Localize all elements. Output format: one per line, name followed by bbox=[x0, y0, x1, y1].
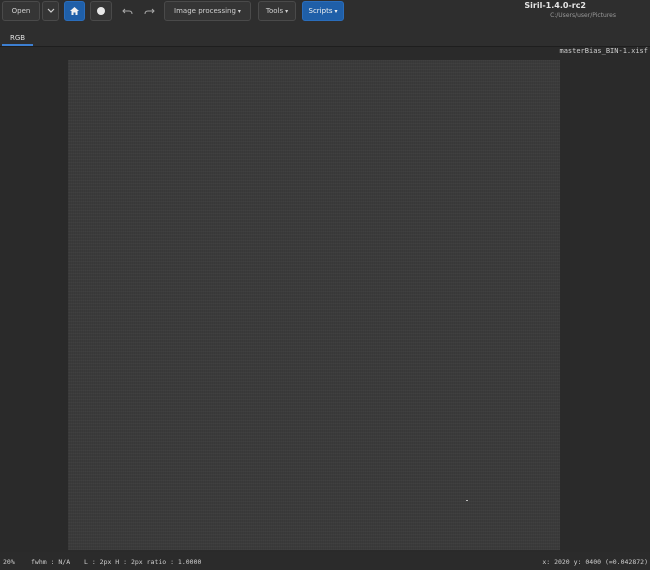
redo-icon bbox=[144, 7, 155, 16]
chevron-down-icon: ▾ bbox=[334, 7, 338, 15]
status-bar: 20% fwhm : N/A L : 2px H : 2px ratio : 1… bbox=[0, 552, 650, 570]
chevron-down-icon bbox=[47, 8, 55, 14]
chevron-down-icon: ▾ bbox=[285, 7, 289, 15]
selection-box-readout: L : 2px H : 2px ratio : 1.0000 bbox=[84, 558, 202, 566]
hot-pixel bbox=[466, 500, 468, 501]
channel-tabs: RGB bbox=[0, 26, 650, 47]
cursor-coordinates: x: 2020 y: 0400 (=0.042872) bbox=[542, 558, 648, 566]
undo-button[interactable] bbox=[117, 1, 137, 21]
home-button[interactable] bbox=[64, 1, 85, 21]
image-processing-menu[interactable]: Image processing ▾ bbox=[164, 1, 251, 21]
redo-button[interactable] bbox=[139, 1, 159, 21]
toolbar: Open Image processing ▾ Tools ▾ Scripts … bbox=[0, 0, 650, 26]
scripts-menu[interactable]: Scripts ▾ bbox=[302, 1, 344, 21]
tools-menu[interactable]: Tools ▾ bbox=[258, 1, 296, 21]
fwhm-readout: fwhm : N/A bbox=[31, 558, 71, 566]
open-label: Open bbox=[11, 7, 31, 15]
active-tab-indicator bbox=[2, 44, 33, 46]
open-button[interactable]: Open bbox=[2, 1, 40, 21]
tools-label: Tools bbox=[265, 7, 284, 15]
tab-label: RGB bbox=[9, 34, 26, 42]
undo-icon bbox=[121, 7, 133, 16]
app-title: Siril-1.4.0-rc2 bbox=[524, 1, 586, 10]
chevron-down-icon: ▾ bbox=[237, 7, 241, 15]
bias-image[interactable] bbox=[68, 60, 560, 550]
home-icon bbox=[69, 6, 80, 16]
zoom-level: 20% bbox=[3, 558, 15, 566]
image-filename: masterBias_BIN-1.xisf bbox=[559, 47, 648, 55]
live-stacking-button[interactable] bbox=[90, 1, 112, 21]
circle-icon bbox=[96, 6, 106, 16]
open-dropdown-button[interactable] bbox=[42, 1, 59, 21]
image-processing-label: Image processing bbox=[174, 7, 236, 15]
working-directory: C:/Users/user/Pictures bbox=[550, 12, 616, 19]
scripts-label: Scripts bbox=[308, 7, 333, 15]
